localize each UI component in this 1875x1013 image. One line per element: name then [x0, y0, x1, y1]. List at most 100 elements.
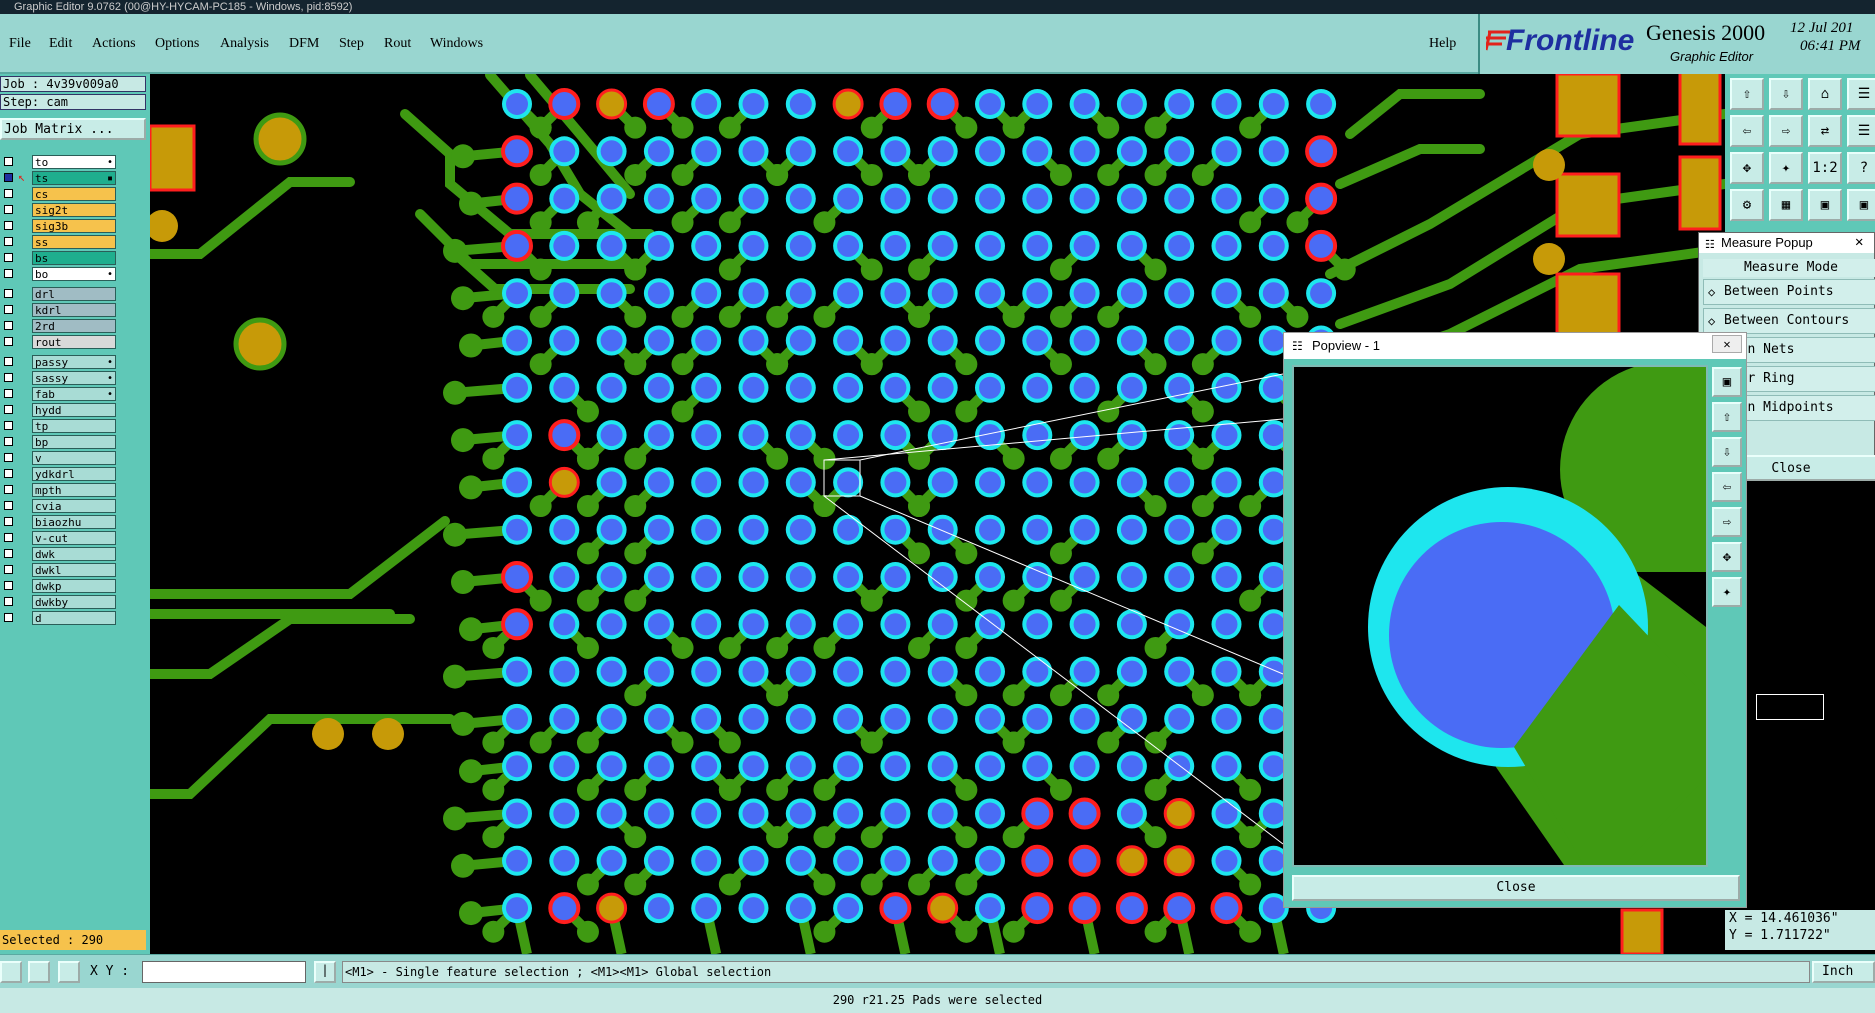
layer-name[interactable]: to •	[32, 155, 116, 169]
close-icon[interactable]: ✕	[1712, 335, 1742, 353]
layer-row-dwkp[interactable]: dwkp	[0, 578, 118, 594]
layer-name[interactable]: mpth	[32, 483, 116, 497]
pan-right-icon[interactable]: ⇨	[1712, 507, 1742, 537]
menu-icon[interactable]: ☰	[1847, 78, 1875, 110]
layer-checkbox[interactable]	[4, 305, 13, 314]
zoom-out-icon[interactable]: ⇩	[1712, 437, 1742, 467]
layer-checkbox[interactable]	[4, 373, 13, 382]
menu-windows[interactable]: Windows	[430, 36, 483, 52]
layer-name[interactable]: sig2t	[32, 203, 116, 217]
help-icon[interactable]: ?	[1847, 152, 1875, 184]
layer-row-bo[interactable]: bo •	[0, 266, 118, 282]
layer-name[interactable]: hydd	[32, 403, 116, 417]
layer-checkbox[interactable]	[4, 453, 13, 462]
layer-checkbox[interactable]	[4, 157, 13, 166]
layer-name[interactable]: dwkby	[32, 595, 116, 609]
layer-checkbox[interactable]	[4, 517, 13, 526]
layer-checkbox[interactable]	[4, 613, 13, 622]
menu-edit[interactable]: Edit	[49, 36, 72, 52]
layer-name[interactable]: d	[32, 611, 116, 625]
layer-checkbox[interactable]	[4, 597, 13, 606]
overview-window-box[interactable]	[1756, 694, 1824, 720]
layer-row-mpth[interactable]: mpth	[0, 482, 118, 498]
menu-rout[interactable]: Rout	[384, 36, 411, 52]
grid-icon[interactable]: ▦	[1769, 189, 1803, 221]
home-icon[interactable]: ⌂	[1808, 78, 1842, 110]
layer-checkbox[interactable]	[4, 501, 13, 510]
layer-checkbox[interactable]	[4, 237, 13, 246]
layers-icon[interactable]: ▣	[1808, 189, 1842, 221]
menu-analysis[interactable]: Analysis	[220, 36, 269, 52]
scale-icon[interactable]: 1:2	[1808, 152, 1842, 184]
layer-checkbox[interactable]	[4, 421, 13, 430]
layer-row-bs[interactable]: bs	[0, 250, 118, 266]
swap-icon[interactable]: ⇄	[1808, 115, 1842, 147]
layers-icon[interactable]: ▣	[1847, 189, 1875, 221]
menu-icon[interactable]: ☰	[1847, 115, 1875, 147]
layer-checkbox[interactable]	[4, 253, 13, 262]
menu-actions[interactable]: Actions	[92, 36, 136, 52]
menu-help[interactable]: Help	[1429, 36, 1456, 52]
layer-name[interactable]: dwkp	[32, 579, 116, 593]
zoom-up-icon[interactable]: ⇧	[1730, 78, 1764, 110]
layer-row-fab[interactable]: fab •	[0, 386, 118, 402]
layer-row-ss[interactable]: ss	[0, 234, 118, 250]
layer-name[interactable]: bs	[32, 251, 116, 265]
close-icon[interactable]: ✕	[1855, 234, 1863, 250]
layer-checkbox[interactable]	[4, 437, 13, 446]
layer-checkbox[interactable]	[4, 269, 13, 278]
layer-checkbox[interactable]	[4, 221, 13, 230]
layer-name[interactable]: cs	[32, 187, 116, 201]
layer-name[interactable]: fab •	[32, 387, 116, 401]
layer-checkbox[interactable]	[4, 469, 13, 478]
zoom-down-icon[interactable]: ⇩	[1769, 78, 1803, 110]
popview-close-button[interactable]: Close	[1292, 875, 1740, 901]
menu-dfm[interactable]: DFM	[289, 36, 319, 52]
layer-row-dwk[interactable]: dwk	[0, 546, 118, 562]
layer-name[interactable]: biaozhu	[32, 515, 116, 529]
layer-checkbox[interactable]	[4, 533, 13, 542]
layer-name[interactable]: rout	[32, 335, 116, 349]
job-matrix-button[interactable]: Job Matrix ...	[0, 118, 146, 140]
layer-row-biaozhu[interactable]: biaozhu	[0, 514, 118, 530]
center-icon[interactable]: ✦	[1712, 577, 1742, 607]
layer-checkbox[interactable]	[4, 357, 13, 366]
layer-row-sig2t[interactable]: sig2t	[0, 202, 118, 218]
pan-left-icon[interactable]: ⇦	[1730, 115, 1764, 147]
layer-checkbox[interactable]	[4, 581, 13, 590]
layer-name[interactable]: ts ▪	[32, 171, 116, 185]
layer-row-dwkl[interactable]: dwkl	[0, 562, 118, 578]
layer-name[interactable]: v	[32, 451, 116, 465]
zoom-window-icon[interactable]: ▣	[1712, 367, 1742, 397]
cursor-icon[interactable]: |	[314, 961, 336, 983]
layer-row-to[interactable]: to •	[0, 154, 118, 170]
layer-checkbox[interactable]	[4, 289, 13, 298]
layer-checkbox[interactable]	[4, 389, 13, 398]
layer-checkbox[interactable]	[4, 485, 13, 494]
xy-input[interactable]	[142, 961, 306, 983]
layer-row-dwkby[interactable]: dwkby	[0, 594, 118, 610]
layer-name[interactable]: sig3b	[32, 219, 116, 233]
layer-row-sig3b[interactable]: sig3b	[0, 218, 118, 234]
zoom-in-icon[interactable]: ⇧	[1712, 402, 1742, 432]
layer-checkbox[interactable]	[4, 405, 13, 414]
layer-name[interactable]: passy •	[32, 355, 116, 369]
settings-icon[interactable]: ⚙	[1730, 189, 1764, 221]
layer-name[interactable]: bp	[32, 435, 116, 449]
layer-checkbox[interactable]	[4, 549, 13, 558]
select-mode-icon[interactable]	[0, 961, 22, 983]
layer-checkbox[interactable]	[4, 321, 13, 330]
layer-row-v-cut[interactable]: v-cut	[0, 530, 118, 546]
layer-checkbox[interactable]	[4, 565, 13, 574]
units-button[interactable]: Inch	[1812, 961, 1875, 983]
layer-name[interactable]: drl	[32, 287, 116, 301]
center-icon[interactable]: ✦	[1769, 152, 1803, 184]
popview-zoom-view[interactable]	[1292, 365, 1708, 867]
fit-icon[interactable]: ✥	[1730, 152, 1764, 184]
pan-right-icon[interactable]: ⇨	[1769, 115, 1803, 147]
layer-name[interactable]: 2rd	[32, 319, 116, 333]
layer-name[interactable]: kdrl	[32, 303, 116, 317]
layer-name[interactable]: ydkdrl	[32, 467, 116, 481]
fit-icon[interactable]: ✥	[1712, 542, 1742, 572]
layer-name[interactable]: cvia	[32, 499, 116, 513]
